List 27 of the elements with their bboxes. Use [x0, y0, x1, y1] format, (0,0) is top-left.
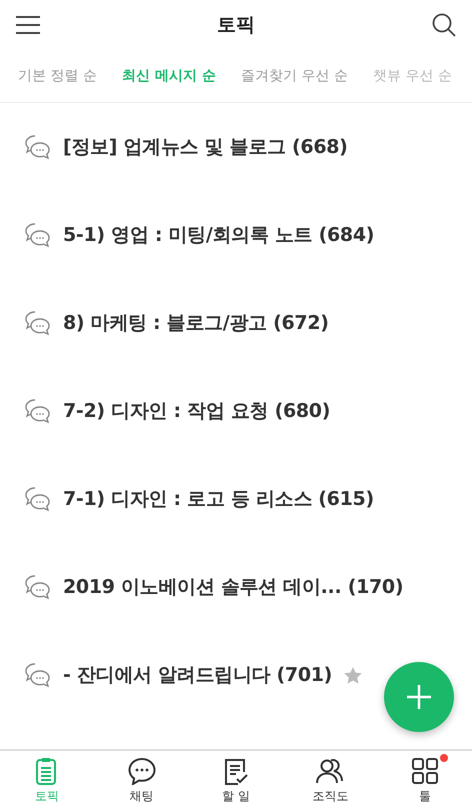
topic-name[interactable]: 2019 이노베이션 솔루션 데이... (170)	[63, 574, 404, 600]
search-icon[interactable]	[432, 13, 456, 37]
topic-name[interactable]: 7-1) 디자인 : 로고 등 리소스 (615)	[63, 486, 374, 512]
people-icon	[316, 757, 344, 785]
chat-bubble-icon	[128, 757, 156, 785]
chat-bubbles-icon	[25, 399, 51, 423]
plus-icon	[406, 684, 432, 710]
nav-tab[interactable]: 할 일	[200, 757, 271, 805]
nav-tab[interactable]: 조직도	[295, 757, 366, 805]
chat-bubbles-icon	[25, 487, 51, 511]
chat-bubbles-icon	[25, 135, 51, 159]
chat-bubbles-icon	[25, 663, 51, 687]
menu-icon[interactable]	[16, 16, 40, 34]
nav-tab[interactable]: 툴	[390, 757, 460, 805]
star-icon[interactable]	[344, 666, 362, 684]
chat-bubbles-icon	[25, 311, 51, 335]
topic-name[interactable]: 8) 마케팅 : 블로그/광고 (672)	[63, 310, 329, 336]
topic-name[interactable]: [정보] 업계뉴스 및 블로그 (668)	[63, 134, 348, 160]
chat-bubbles-icon	[25, 223, 51, 247]
topic-name[interactable]: 7-2) 디자인 : 작업 요청 (680)	[63, 398, 330, 424]
add-button[interactable]	[384, 662, 454, 732]
nav-tab[interactable]: 채팅	[106, 757, 177, 805]
grid-icon	[410, 757, 439, 785]
topic-name[interactable]: - 잔디에서 알려드립니다 (701)	[63, 662, 332, 688]
chat-bubbles-icon	[25, 575, 51, 599]
topic-name[interactable]: 5-1) 영업 : 미팅/회의록 노트 (684)	[63, 222, 374, 248]
page-title: 토픽	[217, 13, 255, 38]
